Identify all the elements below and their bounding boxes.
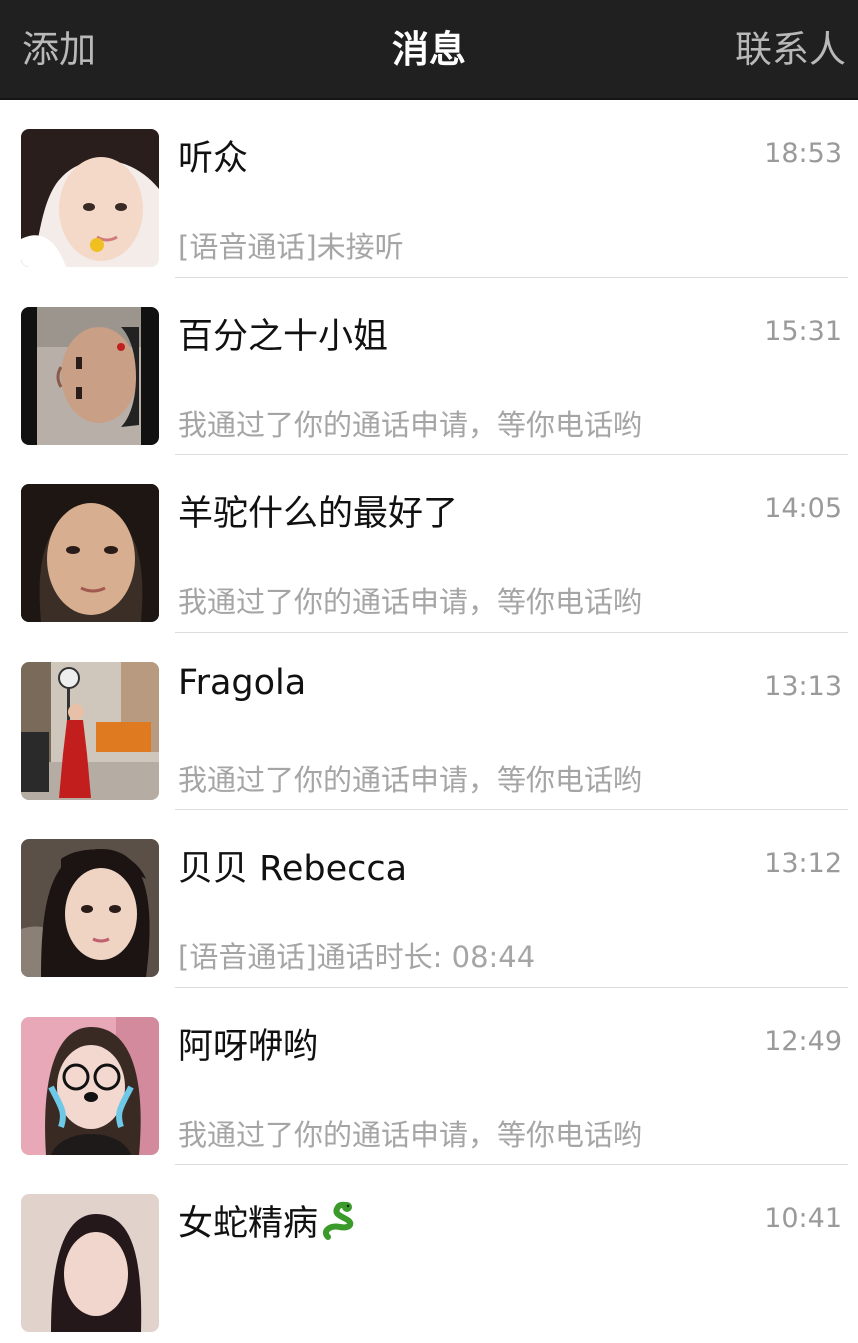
contact-name: 贝贝 Rebecca [178, 849, 408, 889]
snake-emoji-icon [320, 1201, 360, 1250]
contact-name: Fragola [178, 662, 307, 703]
contacts-button[interactable]: 联系人 [735, 26, 846, 74]
navigation-bar: 添加 消息 联系人 [0, 0, 858, 100]
conversation-item[interactable]: 阿呀咿哟 12:49 我通过了你的通话申请，等你电话哟 [0, 987, 858, 1165]
message-preview: 我通过了你的通话申请，等你电话哟 [178, 762, 643, 797]
message-preview: 我通过了你的通话申请，等你电话哟 [178, 407, 643, 442]
contact-name: 听众 [178, 139, 249, 179]
contact-name: 阿呀咿哟 [178, 1026, 319, 1067]
message-preview: [语音通话]通话时长: 08:44 [178, 940, 536, 974]
message-preview: 我通过了你的通话申请，等你电话哟 [178, 1117, 643, 1152]
conversation-item[interactable]: Fragola 13:13 我通过了你的通话申请，等你电话哟 [0, 632, 858, 810]
contact-name: 羊驼什么的最好了 [178, 494, 459, 534]
contact-name-text: 女蛇精病 [178, 1204, 319, 1244]
contact-name: 百分之十小姐 [178, 316, 389, 357]
contact-name: 女蛇精病 [178, 1195, 360, 1250]
conversation-item[interactable]: 羊驼什么的最好了 14:05 我通过了你的通话申请，等你电话哟 [0, 455, 858, 633]
message-time: 13:13 [764, 670, 842, 702]
page-title: 消息 [392, 28, 466, 71]
avatar [21, 484, 159, 622]
conversation-item[interactable]: 百分之十小姐 15:31 我通过了你的通话申请，等你电话哟 [0, 277, 858, 455]
message-preview: 我通过了你的通话申请，等你电话哟 [178, 585, 643, 619]
avatar [21, 1194, 159, 1332]
message-time: 15:31 [764, 315, 842, 347]
message-time: 13:12 [764, 848, 842, 879]
message-time: 12:49 [764, 1025, 842, 1057]
message-preview: [语音通话]未接听 [178, 230, 404, 264]
avatar [21, 839, 159, 977]
avatar [21, 306, 159, 445]
message-time: 14:05 [764, 493, 842, 524]
avatar [21, 661, 159, 800]
avatar [21, 1016, 159, 1155]
message-time: 18:53 [764, 138, 842, 169]
conversation-list: 听众 18:53 [语音通话]未接听 百分之十小姐 15:31 我通过了你的通话… [0, 100, 858, 1343]
conversation-item[interactable]: 女蛇精病 10:41 [0, 1165, 858, 1343]
conversation-item[interactable]: 贝贝 Rebecca 13:12 [语音通话]通话时长: 08:44 [0, 810, 858, 988]
message-time: 10:41 [764, 1203, 842, 1234]
avatar [21, 129, 159, 267]
conversation-item[interactable]: 听众 18:53 [语音通话]未接听 [0, 100, 858, 278]
